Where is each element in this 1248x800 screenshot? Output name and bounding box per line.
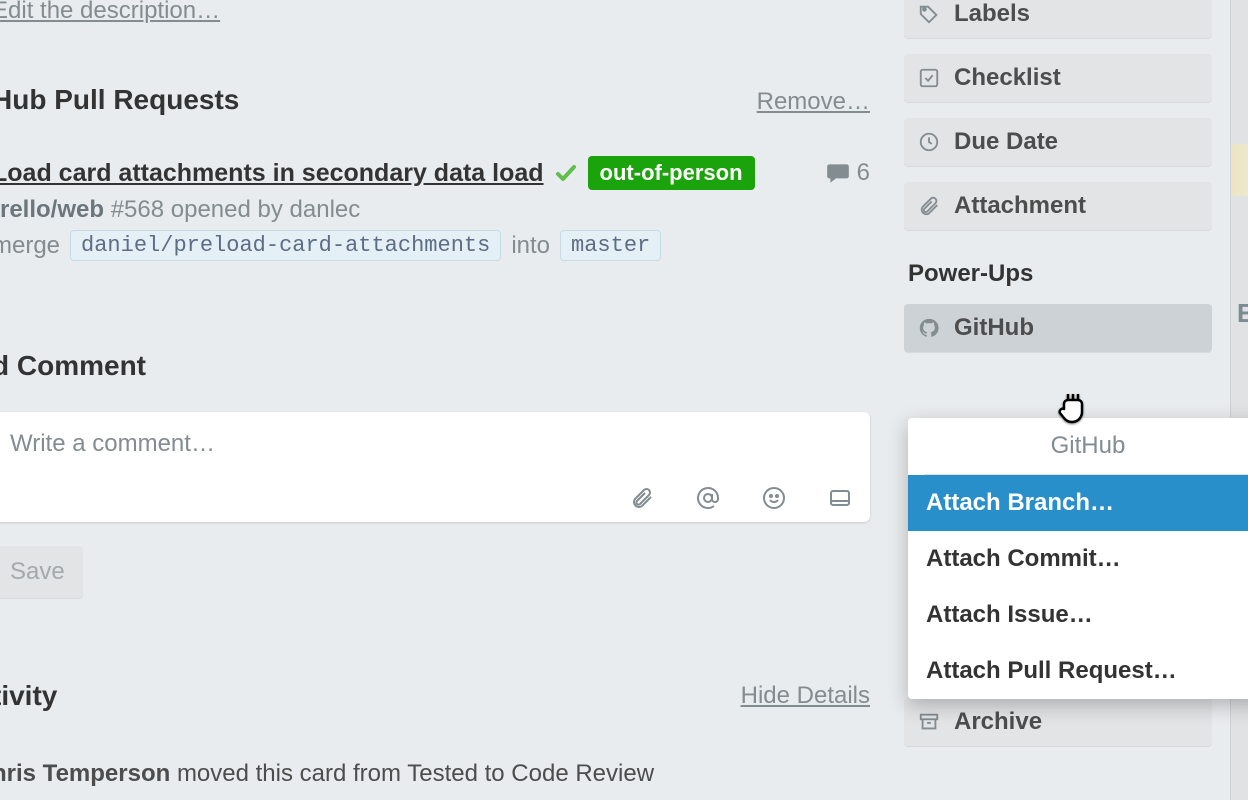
- pr-item: Load card attachments in secondary data …: [0, 156, 870, 261]
- archive-button[interactable]: Archive: [904, 698, 1212, 746]
- popup-item-attach-branch[interactable]: Attach Branch…: [908, 475, 1248, 531]
- popup-title: GitHub: [924, 418, 1248, 475]
- clock-icon: [918, 131, 940, 153]
- add-comment-section: d Comment Write a comment… Save: [0, 350, 870, 598]
- repo-name[interactable]: trello/web: [0, 196, 104, 223]
- popup-item-attach-commit[interactable]: Attach Commit…: [908, 531, 1248, 587]
- edit-description-link[interactable]: Edit the description…: [0, 0, 220, 25]
- comment-input[interactable]: Write a comment…: [10, 430, 852, 464]
- activity-text: moved this card from Tested to Code Revi…: [177, 760, 654, 787]
- hide-details-link[interactable]: Hide Details: [741, 682, 870, 710]
- save-button[interactable]: Save: [0, 546, 83, 598]
- author-link[interactable]: danlec: [290, 196, 361, 223]
- pr-section-title: Hub Pull Requests: [0, 84, 239, 116]
- comment-icon: [825, 160, 851, 186]
- due-date-button[interactable]: Due Date: [904, 118, 1212, 166]
- checklist-icon: [918, 67, 940, 89]
- check-icon: [554, 161, 578, 185]
- activity-title: tivity: [0, 680, 57, 712]
- pr-section: Hub Pull Requests Remove… Load card atta…: [0, 84, 870, 261]
- target-branch[interactable]: master: [560, 230, 661, 261]
- add-comment-title: d Comment: [0, 350, 870, 382]
- tag-icon: [918, 3, 940, 25]
- github-label: GitHub: [954, 314, 1034, 342]
- github-powerup-button[interactable]: GitHub: [904, 304, 1212, 352]
- card-fragment: [1231, 144, 1248, 196]
- attachment-icon[interactable]: [630, 486, 654, 510]
- opened-by-label: opened by: [171, 196, 283, 223]
- merge-word: merge: [0, 232, 60, 260]
- archive-icon: [918, 711, 940, 733]
- checklist-label: Checklist: [954, 64, 1061, 92]
- partial-text: E: [1237, 298, 1248, 329]
- github-icon: [918, 317, 940, 339]
- archive-label: Archive: [954, 708, 1042, 736]
- paperclip-icon: [918, 195, 940, 217]
- remove-link[interactable]: Remove…: [757, 88, 870, 116]
- labels-button[interactable]: Labels: [904, 0, 1212, 38]
- card-main-column: Edit the description… Hub Pull Requests …: [0, 0, 880, 800]
- pr-status-label: out-of-person: [588, 156, 755, 190]
- pr-number-value: #568: [111, 196, 164, 223]
- pr-link[interactable]: Load card attachments in secondary data …: [0, 159, 544, 188]
- github-popup: GitHub Attach Branch… Attach Commit… Att…: [908, 418, 1248, 699]
- labels-label: Labels: [954, 0, 1030, 28]
- attachment-button[interactable]: Attachment: [904, 182, 1212, 230]
- powerups-heading: Power-Ups: [904, 260, 1212, 288]
- popup-item-attach-issue[interactable]: Attach Issue…: [908, 587, 1248, 643]
- mention-icon[interactable]: [696, 486, 720, 510]
- activity-user[interactable]: hris Temperson: [0, 760, 170, 787]
- into-word: into: [511, 232, 550, 260]
- activity-section: tivity Hide Details hris Temperson moved…: [0, 680, 870, 788]
- emoji-icon[interactable]: [762, 486, 786, 510]
- due-date-label: Due Date: [954, 128, 1058, 156]
- popup-item-attach-pr[interactable]: Attach Pull Request…: [908, 643, 1248, 699]
- source-branch[interactable]: daniel/preload-card-attachments: [70, 230, 501, 261]
- card-icon[interactable]: [828, 486, 852, 510]
- comment-count: 6: [857, 159, 870, 187]
- activity-entry: hris Temperson moved this card from Test…: [0, 760, 870, 788]
- checklist-button[interactable]: Checklist: [904, 54, 1212, 102]
- attachment-label: Attachment: [954, 192, 1086, 220]
- comment-box: Write a comment…: [0, 412, 870, 522]
